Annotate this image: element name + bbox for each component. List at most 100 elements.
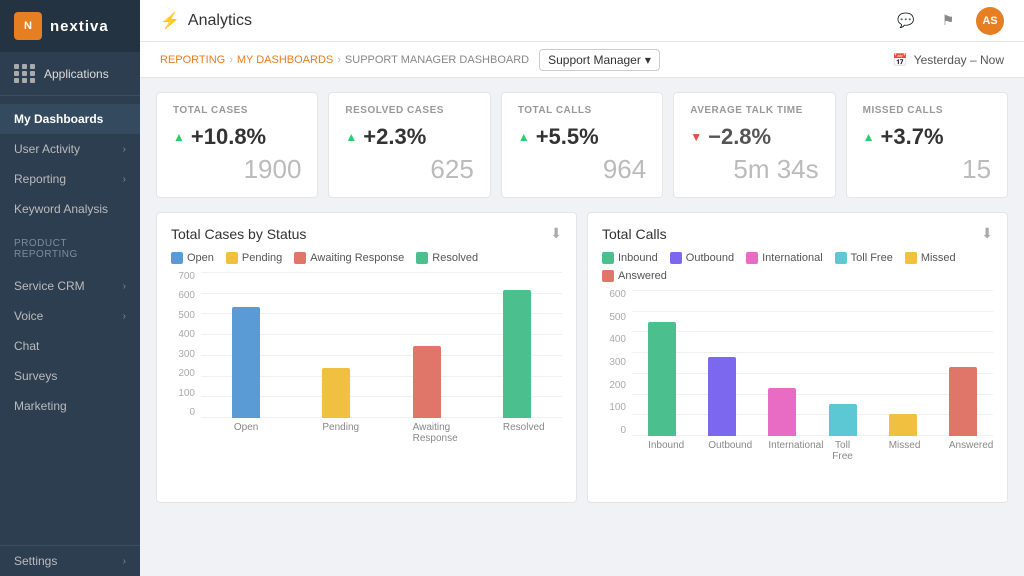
kpi-value: 5m 34s [690,154,818,185]
x-axis-label: Awaiting Response [413,422,441,444]
legend-item: Awaiting Response [294,252,404,264]
sidebar-apps-button[interactable]: Applications [0,52,140,96]
kpi-label: TOTAL CALLS [518,105,646,116]
kpi-card-total-calls: TOTAL CALLS ▲ +5.5% 964 [501,92,663,198]
y-axis-label: 500 [171,311,199,321]
kpi-percent: −2.8% [708,124,771,150]
sidebar-item-my-dashboards[interactable]: My Dashboards [0,104,140,134]
sidebar-item-marketing[interactable]: Marketing [0,391,140,421]
date-range-selector[interactable]: 📅 Yesterday – Now [893,53,1004,67]
chart-left-legend: OpenPendingAwaiting ResponseResolved [171,252,562,264]
chart-total-calls: Total Calls ⬇ Inbound Outbound Internation… [587,212,1008,503]
logo-area: N nextiva [0,0,140,52]
bar-element [949,367,977,436]
bar-element [768,388,796,436]
kpi-card-resolved-cases: RESOLVED CASES ▲ +2.3% 625 [328,92,490,198]
y-axis-label: 200 [602,381,630,391]
kpi-value: 964 [518,154,646,185]
kpi-percent: +10.8% [191,124,266,150]
bar-column [949,367,977,436]
sidebar-product-section: Service CRM › Voice › Chat Surveys Marke… [0,263,140,429]
y-axis-label: 100 [171,389,199,399]
bar-column [889,414,917,436]
chevron-icon: › [123,311,126,322]
sidebar-item-service-crm[interactable]: Service CRM › [0,271,140,301]
legend-color [294,252,306,264]
legend-item: International [746,252,823,264]
legend-color [905,252,917,264]
avatar[interactable]: AS [976,7,1004,35]
y-axis-label: 500 [602,313,630,323]
chart-left-title: Total Cases by Status [171,226,306,242]
chart-total-cases: Total Cases by Status ⬇ OpenPendingAwait… [156,212,577,503]
y-axis-label: 200 [171,369,199,379]
kpi-arrow-icon: ▼ [690,130,702,144]
sidebar-item-voice[interactable]: Voice › [0,301,140,331]
dashboard-selector[interactable]: Support Manager ▾ [539,49,660,71]
dashboard-content: TOTAL CASES ▲ +10.8% 1900 RESOLVED CASES… [140,78,1024,576]
y-axis-label: 400 [602,335,630,345]
bar-column [768,388,796,436]
sidebar-item-surveys[interactable]: Surveys [0,361,140,391]
x-axis-label: Answered [949,440,977,462]
chat-icon[interactable]: 💬 [892,7,920,35]
y-axis-label: 600 [602,290,630,300]
breadcrumb-current: SUPPORT MANAGER DASHBOARD [345,54,529,66]
breadcrumb-my-dashboards[interactable]: MY DASHBOARDS [237,54,333,66]
legend-color [670,252,682,264]
kpi-change: ▲ +10.8% [173,124,301,150]
breadcrumb-bar: REPORTING › MY DASHBOARDS › SUPPORT MANA… [140,42,1024,78]
sidebar-item-user-activity[interactable]: User Activity › [0,134,140,164]
top-nav-left: ⚡ Analytics [160,11,252,31]
top-nav: ⚡ Analytics 💬 ⚑ AS [140,0,1024,42]
bar-chart-right: 6005004003002001000InboundOutboundIntern… [602,290,993,490]
legend-item: Toll Free [835,252,893,264]
x-axis-label: Pending [322,422,350,444]
kpi-change: ▼ −2.8% [690,124,818,150]
bar-column [232,307,260,418]
kpi-arrow-icon: ▲ [863,130,875,144]
chevron-icon: › [123,174,126,185]
sidebar-item-settings[interactable]: Settings › [0,546,140,576]
legend-color [226,252,238,264]
bar-column [322,368,350,418]
chart-right-title: Total Calls [602,226,667,242]
sidebar-item-chat[interactable]: Chat [0,331,140,361]
chart-right-legend: Inbound Outbound International Toll Free Mis… [602,252,993,282]
sidebar-nav-section: My Dashboards User Activity › Reporting … [0,96,140,232]
bar-element [708,357,736,436]
kpi-card-total-cases: TOTAL CASES ▲ +10.8% 1900 [156,92,318,198]
breadcrumb: REPORTING › MY DASHBOARDS › SUPPORT MANA… [160,54,529,66]
kpi-arrow-icon: ▲ [345,130,357,144]
breadcrumb-reporting[interactable]: REPORTING [160,54,225,66]
kpi-value: 1900 [173,154,301,185]
legend-item: Missed [905,252,956,264]
kpi-arrow-icon: ▲ [173,130,185,144]
sidebar-item-reporting[interactable]: Reporting › [0,164,140,194]
analytics-icon: ⚡ [160,11,180,31]
kpi-percent: +2.3% [363,124,426,150]
legend-item: Inbound [602,252,658,264]
legend-color [835,252,847,264]
bar-column [413,346,441,418]
bar-column [503,290,531,418]
kpi-row: TOTAL CASES ▲ +10.8% 1900 RESOLVED CASES… [156,92,1008,198]
sidebar-item-keyword-analysis[interactable]: Keyword Analysis [0,194,140,224]
y-axis-label: 0 [602,426,630,436]
main-content: ⚡ Analytics 💬 ⚑ AS REPORTING › MY DASHBO… [140,0,1024,576]
chevron-icon: › [123,281,126,292]
page-title: Analytics [188,12,252,30]
chevron-icon: › [123,556,126,567]
x-axis-label: Missed [889,440,917,462]
bar-column [829,404,857,436]
legend-item: Outbound [670,252,734,264]
logo-text: nextiva [50,18,109,35]
flag-icon[interactable]: ⚑ [934,7,962,35]
download-icon-right[interactable]: ⬇ [981,225,993,242]
kpi-label: MISSED CALLS [863,105,991,116]
kpi-percent: +5.5% [536,124,599,150]
x-axis-label: Toll Free [829,440,857,462]
apps-label: Applications [44,67,109,81]
download-icon-left[interactable]: ⬇ [550,225,562,242]
bar-element [413,346,441,418]
